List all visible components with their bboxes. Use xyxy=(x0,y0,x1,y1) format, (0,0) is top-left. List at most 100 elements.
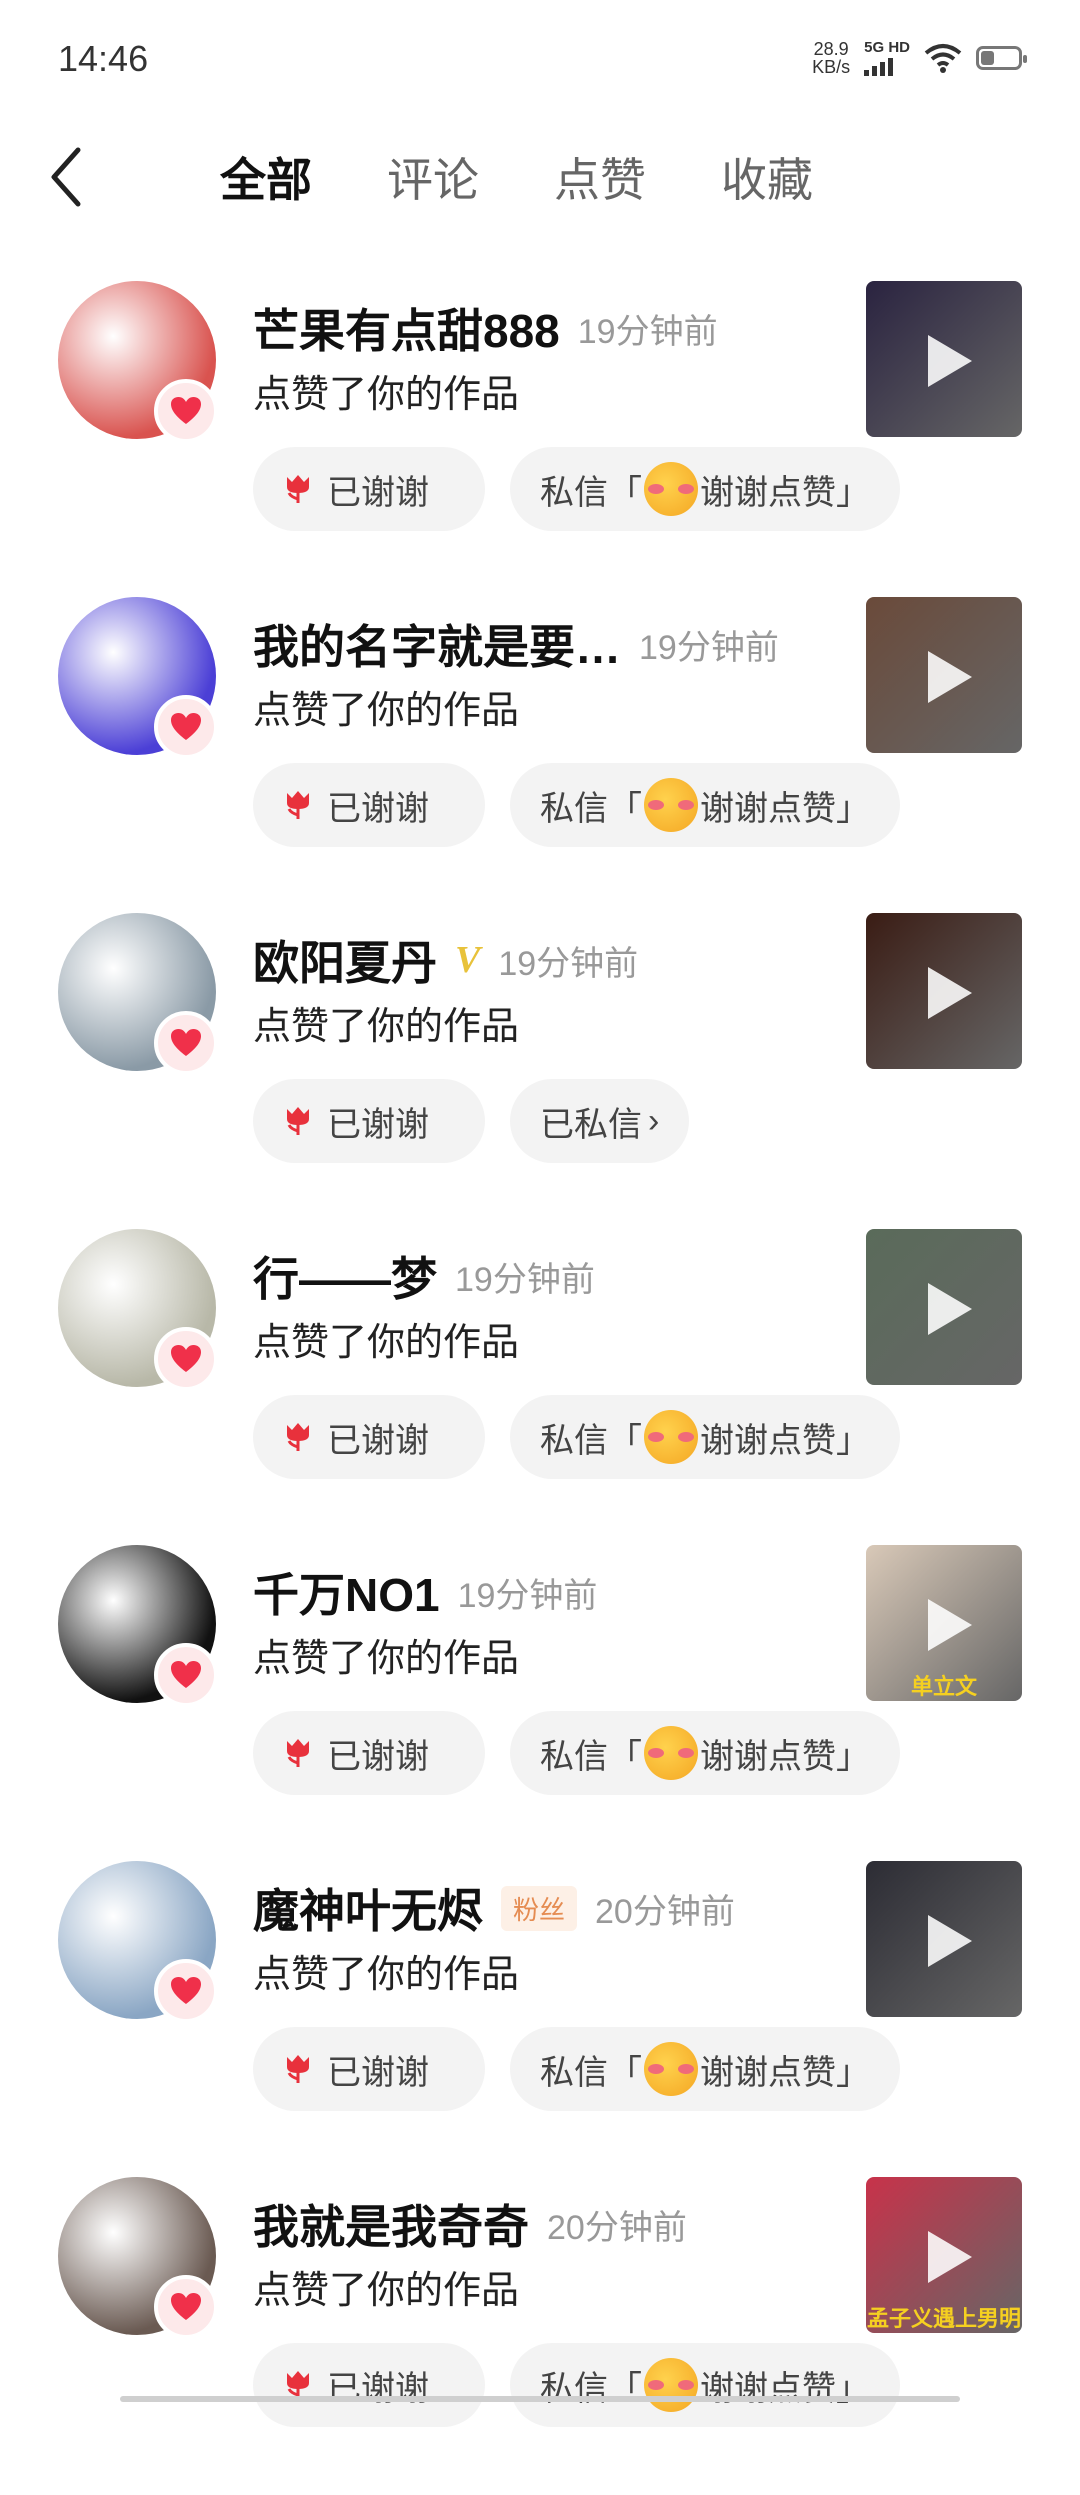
list-item[interactable]: 魔神叶无烬 粉丝 20分钟前 点赞了你的作品 已谢谢 私信「 谢谢点赞」 xyxy=(0,1855,1080,2179)
wifi-icon xyxy=(924,44,962,73)
thanked-button[interactable]: 已谢谢 xyxy=(253,2027,485,2111)
status-bar: 14:46 28.9 KB/s 5G HD xyxy=(0,0,1080,120)
action-text: 点赞了你的作品 xyxy=(253,2270,520,2312)
blush-emoji-icon xyxy=(644,2358,698,2412)
header: 全部 评论 点赞 收藏 xyxy=(0,120,1080,230)
thanked-label: 已谢谢 xyxy=(327,1105,429,1144)
tab-likes[interactable]: 点赞 xyxy=(554,144,646,210)
message-suffix: 谢谢点赞」 xyxy=(700,473,870,512)
video-thumbnail[interactable] xyxy=(866,597,1022,753)
name-row: 欧阳夏丹 V 19分钟前 xyxy=(253,927,638,993)
user-name[interactable]: 行——梦 xyxy=(253,1243,437,1309)
message-prefix: 私信「 xyxy=(540,789,642,828)
thanked-label: 已谢谢 xyxy=(327,473,429,512)
play-icon xyxy=(928,1599,972,1651)
chevron-left-icon[interactable] xyxy=(40,142,100,212)
timestamp: 19分钟前 xyxy=(457,1576,598,1615)
list-item[interactable]: 我的名字就是要… 19分钟前点赞了你的作品已谢谢 私信「 谢谢点赞」 xyxy=(0,591,1080,915)
video-thumbnail[interactable] xyxy=(866,1229,1022,1385)
video-thumbnail[interactable]: 孟子义遇上男明 xyxy=(866,2177,1022,2333)
speed-unit: KB/s xyxy=(812,57,851,77)
video-thumbnail[interactable] xyxy=(866,1861,1022,2017)
user-name[interactable]: 千万NO1 xyxy=(253,1559,440,1625)
message-button[interactable]: 私信「 谢谢点赞」 xyxy=(510,447,900,531)
user-name[interactable]: 我就是我奇奇 xyxy=(253,2191,529,2257)
heart-icon xyxy=(154,379,218,443)
timestamp: 19分钟前 xyxy=(577,312,718,351)
action-text: 点赞了你的作品 xyxy=(253,690,520,732)
thanked-label: 已谢谢 xyxy=(327,1737,429,1776)
timestamp: 19分钟前 xyxy=(455,1260,595,1299)
network-speed: 28.9 KB/s xyxy=(812,40,850,76)
message-button[interactable]: 私信「 谢谢点赞」 xyxy=(510,2343,900,2427)
tab-favorites[interactable]: 收藏 xyxy=(721,144,813,210)
user-name[interactable]: 我的名字就是要… xyxy=(253,611,621,677)
flower-icon xyxy=(287,791,309,819)
message-suffix: 谢谢点赞」 xyxy=(700,2053,870,2092)
action-text: 点赞了你的作品 xyxy=(253,1006,520,1048)
heart-icon xyxy=(154,2275,218,2339)
user-name[interactable]: 芒果有点甜888 xyxy=(253,295,560,361)
user-name[interactable]: 魔神叶无烬 xyxy=(253,1875,483,1941)
video-thumbnail[interactable]: 单立文 xyxy=(866,1545,1022,1701)
home-indicator xyxy=(120,2396,960,2402)
flower-icon xyxy=(287,2055,309,2083)
list-item[interactable]: 行——梦 19分钟前 点赞了你的作品 已谢谢 私信「 谢谢点赞」 xyxy=(0,1223,1080,1547)
thanked-button[interactable]: 已谢谢 xyxy=(253,447,485,531)
thanked-label: 已谢谢 xyxy=(327,1421,429,1460)
message-prefix: 私信「 xyxy=(540,1421,642,1460)
play-icon xyxy=(928,967,972,1019)
messaged-button[interactable]: 已私信 › xyxy=(510,1079,690,1163)
message-prefix: 私信「 xyxy=(540,473,642,512)
list-item[interactable]: 欧阳夏丹 V 19分钟前点赞了你的作品已谢谢 已私信 › xyxy=(0,907,1080,1231)
message-prefix: 私信「 xyxy=(540,2053,642,2092)
list-item[interactable]: 芒果有点甜888 19分钟前 点赞了你的作品 已谢谢 私信「 谢谢点赞」 xyxy=(0,275,1080,599)
play-icon xyxy=(928,2231,972,2283)
network-type: 5G HD xyxy=(864,39,910,56)
messaged-label: 已私信 xyxy=(540,1105,642,1144)
status-time: 14:46 xyxy=(58,38,149,79)
message-button[interactable]: 私信「 谢谢点赞」 xyxy=(510,1711,900,1795)
timestamp: 20分钟前 xyxy=(547,2208,687,2247)
message-button[interactable]: 私信「 谢谢点赞」 xyxy=(510,763,900,847)
status-icons: 28.9 KB/s 5G HD xyxy=(812,40,1027,76)
video-thumbnail[interactable] xyxy=(866,913,1022,1069)
thanked-button[interactable]: 已谢谢 xyxy=(253,2343,485,2427)
user-name[interactable]: 欧阳夏丹 xyxy=(253,927,437,993)
blush-emoji-icon xyxy=(644,1726,698,1780)
play-icon xyxy=(928,335,972,387)
fans-badge: 粉丝 xyxy=(501,1885,578,1931)
message-prefix: 私信「 xyxy=(540,2369,642,2408)
thanked-button[interactable]: 已谢谢 xyxy=(253,1711,485,1795)
blush-emoji-icon xyxy=(644,1410,698,1464)
play-icon xyxy=(928,1283,972,1335)
list-item[interactable]: 千万NO1 19分钟前 点赞了你的作品 已谢谢 私信「 谢谢点赞」 单立文 xyxy=(0,1539,1080,1863)
heart-icon xyxy=(154,1959,218,2023)
video-thumbnail[interactable] xyxy=(866,281,1022,437)
message-button[interactable]: 私信「 谢谢点赞」 xyxy=(510,1395,900,1479)
message-prefix: 私信「 xyxy=(540,1737,642,1776)
signal-group: 5G HD xyxy=(864,40,910,76)
list-item[interactable]: 我就是我奇奇 20分钟前 点赞了你的作品已谢谢 私信「 谢谢点赞」 孟子义遇上男明 xyxy=(0,2171,1080,2495)
tab-bar: 全部 评论 点赞 收藏 xyxy=(220,144,888,210)
blush-emoji-icon xyxy=(644,2042,698,2096)
thanked-label: 已谢谢 xyxy=(327,789,429,828)
name-row: 行——梦 19分钟前 xyxy=(253,1243,595,1309)
timestamp: 19分钟前 xyxy=(498,944,639,983)
tab-comments[interactable]: 评论 xyxy=(387,144,479,210)
heart-icon xyxy=(154,1327,218,1391)
thanked-button[interactable]: 已谢谢 xyxy=(253,1079,485,1163)
thumbnail-caption: 单立文 xyxy=(910,1674,977,1699)
thanked-button[interactable]: 已谢谢 xyxy=(253,1395,485,1479)
message-button[interactable]: 私信「 谢谢点赞」 xyxy=(510,2027,900,2111)
chevron-right-icon: › xyxy=(648,1101,660,1140)
tab-all[interactable]: 全部 xyxy=(220,144,312,210)
thanked-button[interactable]: 已谢谢 xyxy=(253,763,485,847)
thanked-label: 已谢谢 xyxy=(327,2053,429,2092)
flower-icon xyxy=(287,1107,309,1135)
timestamp: 19分钟前 xyxy=(639,628,779,667)
message-suffix: 谢谢点赞」 xyxy=(700,2369,870,2408)
message-suffix: 谢谢点赞」 xyxy=(700,1737,870,1776)
verified-badge: V xyxy=(455,939,481,981)
flower-icon xyxy=(287,475,309,503)
